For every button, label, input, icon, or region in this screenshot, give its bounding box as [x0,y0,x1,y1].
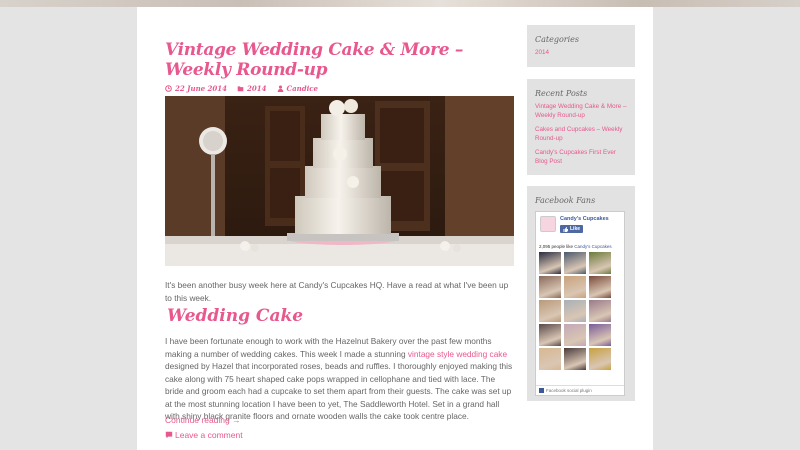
facebook-title: Facebook Fans [535,196,596,205]
fb-like-label: Like [570,226,581,232]
fan-avatar[interactable] [539,252,561,274]
continue-reading-link[interactable]: Continue reading → [165,415,241,425]
facebook-widget: Facebook Fans Candy's Cupcakes Like 2,09… [527,186,635,401]
category-link-2014[interactable]: 2014 [527,48,635,57]
fan-avatar[interactable] [589,324,611,346]
post-date[interactable]: 22 June 2014 [165,84,227,93]
header-image-strip [0,0,800,7]
fb-like-button[interactable]: Like [560,225,584,233]
fan-avatar[interactable] [539,300,561,322]
fan-faces-grid [539,252,623,370]
leave-comment-link[interactable]: Leave a comment [165,430,243,440]
fb-count-page-link[interactable]: Candy's Cupcakes [574,244,611,249]
fan-avatar[interactable] [564,276,586,298]
paragraph-text-2: designed by Hazel that incorporated rose… [165,361,513,421]
vintage-cake-link[interactable]: vintage style wedding cake [408,349,507,359]
facebook-icon [539,388,544,393]
fan-avatar[interactable] [564,348,586,370]
categories-widget: Categories 2014 [527,25,635,67]
recent-posts-title: Recent Posts [535,89,588,98]
fb-plugin-label: Facebook social plugin [546,388,592,393]
clock-icon [165,84,172,92]
fan-avatar[interactable] [539,324,561,346]
post-paragraph: I have been fortunate enough to work wit… [165,335,515,423]
fan-avatar[interactable] [539,276,561,298]
fan-avatar[interactable] [589,276,611,298]
categories-title: Categories [535,35,579,44]
fb-fan-count: 2,095 people like Candy's Cupcakes [539,244,612,249]
facebook-like-box: Candy's Cupcakes Like 2,095 people like … [535,211,625,396]
fb-page-name[interactable]: Candy's Cupcakes [560,216,609,222]
wedding-cake-photo [165,96,514,266]
recent-post-link[interactable]: Candy's Cupcakes First Ever Blog Post [527,148,635,166]
folder-icon [237,85,244,91]
fan-avatar[interactable] [564,252,586,274]
post-category-text[interactable]: 2014 [247,84,266,93]
wedding-cake-image [165,96,514,266]
fan-avatar[interactable] [589,300,611,322]
section-heading: Wedding Cake [167,306,304,326]
fb-social-plugin[interactable]: Facebook social plugin [536,385,624,395]
fan-avatar[interactable] [589,348,611,370]
fan-avatar[interactable] [564,300,586,322]
recent-posts-widget: Recent Posts Vintage Wedding Cake & More… [527,79,635,175]
page-avatar[interactable] [540,216,556,232]
recent-post-link[interactable]: Cakes and Cupcakes – Weekly Round-up [527,125,635,143]
post-intro: It's been another busy week here at Cand… [165,280,509,303]
fb-count-text: 2,095 people like [539,244,575,249]
post-author[interactable]: Candice [277,84,318,93]
fan-avatar[interactable] [539,348,561,370]
fan-avatar[interactable] [564,324,586,346]
post-date-text[interactable]: 22 June 2014 [175,84,227,93]
recent-post-link[interactable]: Vintage Wedding Cake & More – Weekly Rou… [527,102,635,120]
thumbs-up-icon [563,226,568,232]
user-icon [277,85,283,92]
post-title[interactable]: Vintage Wedding Cake & More – Weekly Rou… [165,40,515,80]
fan-avatar[interactable] [589,252,611,274]
comment-icon [165,431,173,439]
leave-comment-text[interactable]: Leave a comment [175,430,243,440]
post-meta: 22 June 2014 2014 Candice [165,82,318,94]
post-category[interactable]: 2014 [237,84,267,93]
post-author-text[interactable]: Candice [287,84,318,93]
